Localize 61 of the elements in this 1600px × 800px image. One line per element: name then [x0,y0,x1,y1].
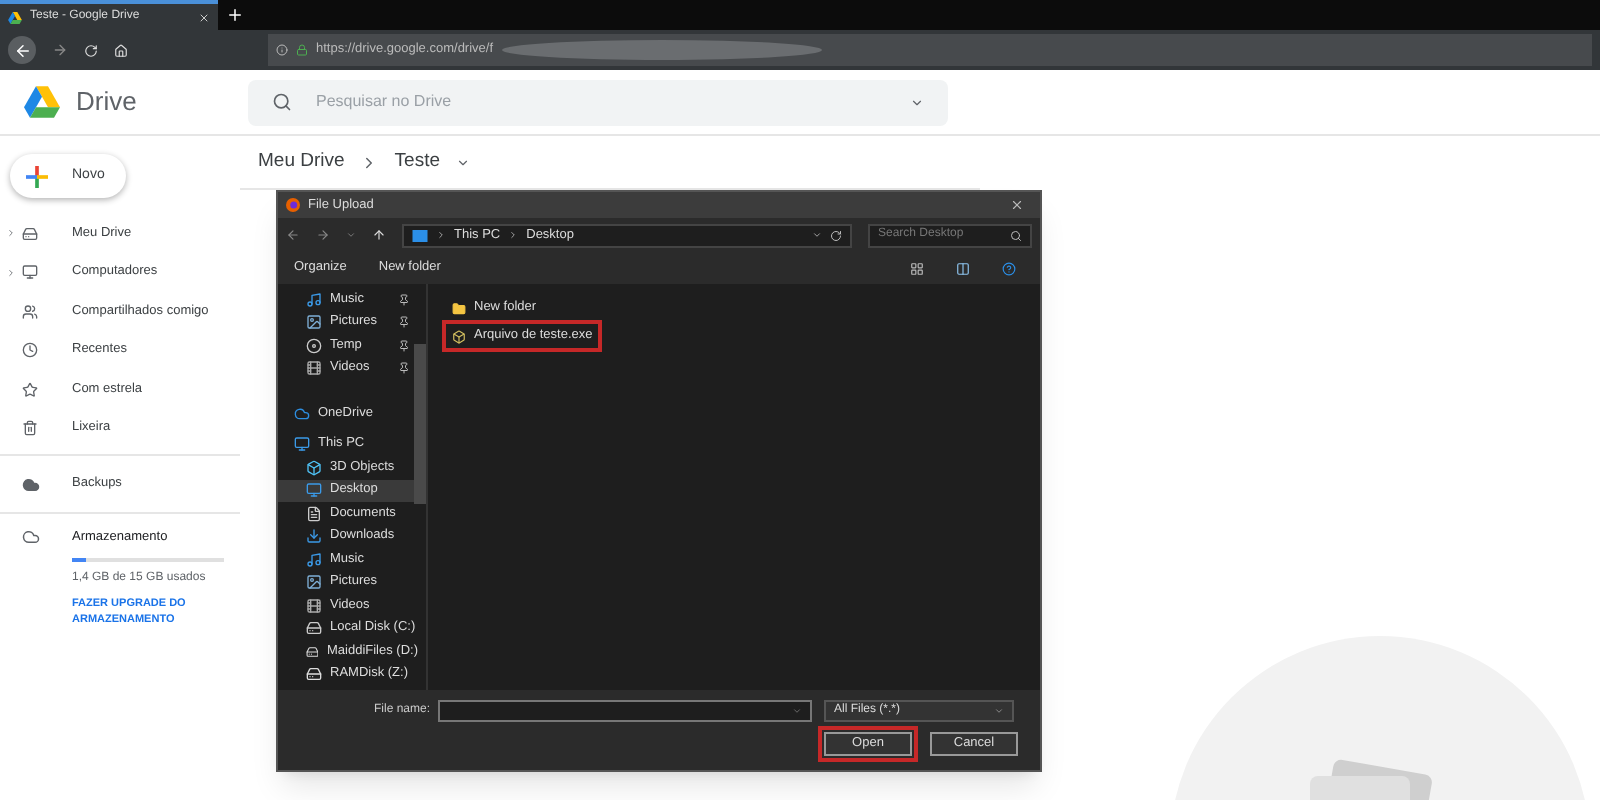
back-icon[interactable] [286,228,300,242]
cloud-icon [22,475,40,493]
music-note-icon [306,551,322,568]
people-icon [22,303,38,320]
app-name: Drive [76,84,137,121]
drive-logo-icon [8,11,22,23]
search-placeholder: Pesquisar no Drive [316,90,454,114]
search-icon [272,92,292,112]
caret-icon[interactable] [812,230,822,240]
scrollbar[interactable] [414,344,426,504]
close-icon[interactable] [1010,198,1024,212]
caret-icon[interactable] [456,155,471,169]
caret-icon[interactable] [994,705,1005,715]
new-tab-icon[interactable] [226,6,244,24]
chevron-icon [508,230,519,240]
computer-icon [22,264,38,281]
view-options-icon[interactable] [910,261,924,275]
star-icon [22,381,38,398]
caret-icon[interactable] [346,230,356,240]
application-icon [452,329,466,343]
caret-icon[interactable] [792,705,803,715]
preview-pane-icon[interactable] [956,261,970,275]
computer-icon [294,436,310,453]
back-arrow-icon [13,41,31,59]
back-button[interactable] [8,36,36,64]
browser-logo-icon [286,198,300,212]
forward-icon[interactable] [52,42,68,58]
forward-icon[interactable] [316,228,330,242]
reload-icon[interactable] [84,43,98,57]
clock-icon [22,342,38,359]
image-icon [306,314,322,331]
file-name-field[interactable] [438,699,813,721]
drive-icon [22,225,38,242]
film-icon [306,597,322,614]
expand-icon[interactable] [6,228,16,239]
trash-icon [22,420,38,437]
lock-icon [296,44,308,56]
cloud-icon [294,405,310,422]
search-icon [1010,229,1022,241]
image-icon [306,574,322,591]
chevron-icon [436,230,446,240]
music-note-icon [306,291,322,308]
download-icon [306,528,322,545]
plus-icon [26,165,48,187]
drive-logo-icon [24,86,60,118]
close-icon[interactable] [198,11,210,23]
home-icon[interactable] [114,43,128,57]
info-icon[interactable] [276,44,288,56]
document-icon [306,505,322,522]
cube-icon [306,459,322,476]
caret-icon[interactable] [910,95,924,109]
breadcrumb-item[interactable]: Teste [394,147,441,177]
disc-icon [306,337,322,354]
up-arrow-icon[interactable] [372,228,386,242]
expand-icon[interactable] [6,267,16,278]
help-icon[interactable] [1002,261,1016,275]
reload-icon[interactable] [830,229,842,241]
film-icon [306,360,322,377]
cloud-icon [22,528,40,547]
breadcrumb-item[interactable]: Meu Drive [258,147,345,177]
folder-icon [452,301,466,315]
